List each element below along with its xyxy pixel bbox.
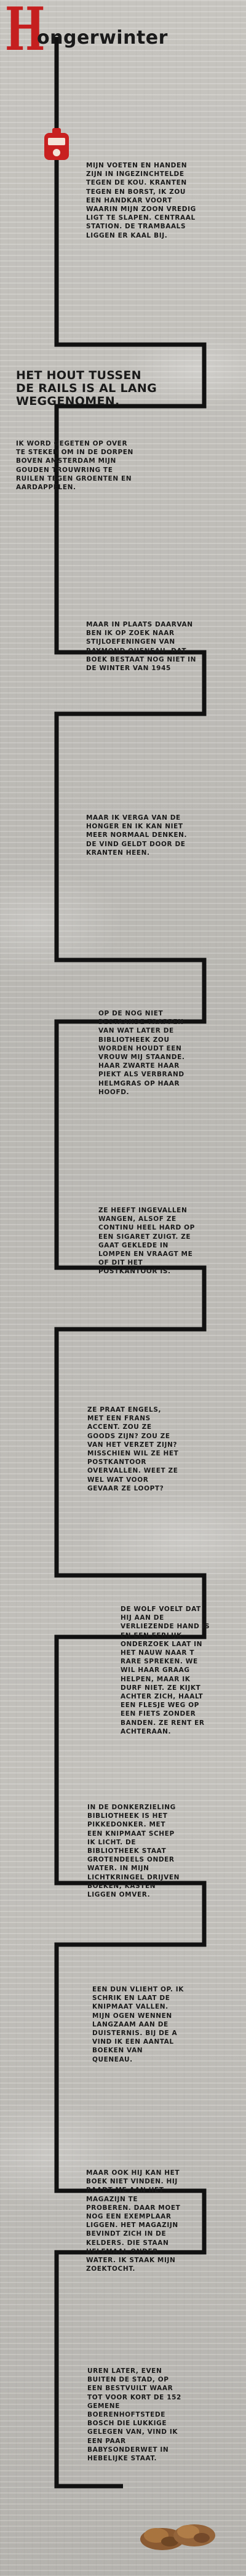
page-header: H ongerwinter	[0, 0, 246, 59]
story-heading-2: Het hout tussen de rails is al lang wegg…	[16, 369, 157, 408]
story-paragraph-7: Ze praat Engels, met een Frans accent. Z…	[87, 1406, 179, 1492]
radio-antenna	[52, 128, 61, 133]
story-paragraph-4: Maar ik verga van de honger en ik kan ni…	[86, 814, 188, 857]
story-paragraph-3: Maar in plaats daarvan ben ik op zoek na…	[86, 621, 197, 673]
story-paragraph-1: Mijn voeten en handen zijn in ingezincht…	[86, 162, 196, 239]
story-paragraph-11: Maar ook hij kan het boek niet vinden. H…	[86, 2169, 181, 2273]
page-title: ongerwinter	[37, 27, 168, 49]
story-paragraph-12: Uren later, even buiten de stad, op een …	[87, 2367, 181, 2463]
story-paragraph-8: De wolf voelt dat hij aan de verliezende…	[121, 1606, 210, 1735]
story-paragraph-10: Een dun vlieht op. Ik schrik en laat de …	[92, 1986, 184, 2063]
right-slipper	[173, 2524, 215, 2546]
story-paragraph-9: In de donkerzieling bibliotheek is het p…	[87, 1804, 180, 1899]
slippers-icon	[140, 2524, 215, 2550]
story-paragraph-2: Ik word gegeten op over te steken om in …	[16, 440, 133, 492]
story-paragraph-5: Op de nog niet bestaande trappen van wat…	[98, 1010, 185, 1096]
radio-icon	[44, 133, 69, 160]
story-paragraph-6: Ze heeft ingevallen wangen, alsof ze con…	[98, 1207, 195, 1276]
